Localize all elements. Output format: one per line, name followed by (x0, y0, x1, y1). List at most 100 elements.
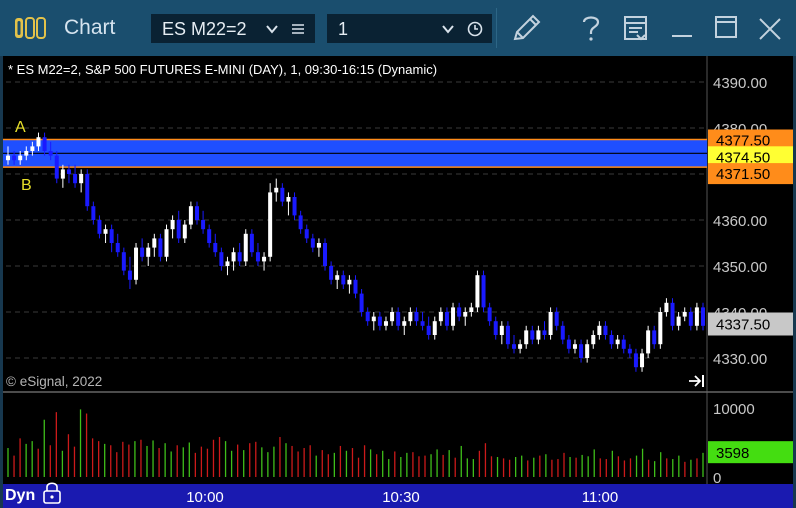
candle-body (170, 220, 175, 230)
candle-body (457, 307, 462, 317)
last-price-label: 4337.50 (716, 317, 770, 334)
title-bar: Chart ES M22=2 1 (0, 0, 796, 56)
candle-body (493, 321, 498, 335)
candle-body (524, 330, 529, 345)
candle-body (530, 330, 535, 340)
candle-body (469, 307, 474, 312)
copyright-label: © eSignal, 2022 (6, 374, 102, 389)
candle-body (701, 307, 705, 326)
symbol-value: ES M22=2 (162, 19, 247, 39)
candle-body (371, 316, 376, 322)
candle-body (670, 302, 675, 326)
candle-body (12, 155, 17, 161)
candle-body (194, 206, 199, 220)
price-tick-label: 4390.00 (713, 75, 767, 92)
candle-body (554, 312, 559, 326)
candle-body (335, 275, 340, 280)
volume-tick-label: 10000 (713, 401, 755, 418)
chevron-down-icon (442, 25, 454, 34)
price-flag-label: 4371.50 (716, 166, 770, 183)
candle-body (347, 279, 352, 285)
candle-body (426, 325, 431, 335)
candle-body (591, 335, 596, 345)
minimize-icon[interactable] (670, 14, 694, 40)
volume-bars (7, 409, 704, 477)
candle-body (54, 155, 59, 179)
annotation-a: A (15, 119, 26, 136)
candle-body (316, 243, 321, 248)
toolbar-divider (496, 8, 497, 48)
candle-body (274, 187, 279, 193)
candle-body (6, 155, 10, 161)
candle-body (323, 243, 328, 266)
candle-body (85, 174, 90, 207)
chart-area[interactable]: 4330.004340.004350.004360.004370.004380.… (0, 56, 796, 508)
candle-body (225, 261, 230, 266)
scroll-to-end-icon[interactable] (689, 375, 704, 387)
candle-body (158, 238, 163, 257)
candle-body (121, 252, 126, 271)
candle-body (231, 252, 236, 262)
maximize-icon[interactable] (714, 15, 738, 41)
candle-body (402, 321, 407, 326)
interval-select[interactable]: 1 (327, 14, 492, 43)
candle-body (341, 275, 346, 285)
candle-body (536, 330, 541, 340)
grid (6, 81, 706, 359)
candle-body (213, 243, 218, 253)
candle-body (310, 238, 315, 248)
candle-body (152, 238, 157, 248)
dynamic-mode-label[interactable]: Dyn (5, 487, 35, 504)
candle-body (298, 215, 303, 230)
page-icon[interactable] (623, 14, 649, 42)
candle-body (658, 312, 663, 345)
candle-body (268, 192, 273, 257)
clock-icon[interactable] (467, 21, 483, 37)
candle-body (615, 339, 620, 345)
candle-body (414, 312, 419, 322)
candle-body (73, 174, 78, 184)
candle-body (383, 321, 388, 326)
candle-body (103, 229, 108, 234)
candle-body (444, 312, 449, 326)
candle-body (91, 206, 96, 220)
candle-body (140, 247, 145, 257)
window-title: Chart (64, 16, 116, 39)
list-icon[interactable] (292, 23, 304, 35)
pencil-icon[interactable] (511, 13, 543, 43)
candle-body (176, 220, 181, 239)
candle-body (396, 312, 401, 326)
candle-body (134, 247, 139, 280)
candle-body (627, 348, 632, 354)
candle-body (243, 233, 248, 262)
candle-body (280, 187, 285, 202)
candle-body (664, 302, 669, 312)
candle-body (127, 270, 132, 280)
chevron-down-icon (266, 25, 278, 34)
help-icon[interactable] (580, 13, 602, 43)
symbol-select[interactable]: ES M22=2 (151, 14, 315, 43)
candle-body (164, 229, 169, 257)
candle-body (646, 330, 651, 354)
close-icon[interactable] (758, 17, 782, 41)
candle-body (207, 229, 212, 243)
candle-body (652, 330, 657, 345)
candle-body (359, 293, 364, 312)
candle-body (109, 229, 114, 243)
chart-header: * ES M22=2, S&P 500 FUTURES E-MINI (DAY)… (8, 62, 437, 77)
candle-body (512, 344, 517, 349)
candle-body (249, 233, 254, 253)
candle-body (201, 220, 206, 230)
candle-body (237, 252, 242, 262)
time-tick-label: 10:30 (382, 489, 420, 506)
candle-body (640, 353, 645, 368)
candles (6, 132, 705, 372)
candle-body (621, 339, 626, 349)
candle-body (42, 137, 47, 151)
candle-body (60, 169, 65, 179)
candle-body (390, 312, 395, 322)
candle-body (36, 137, 41, 147)
candle-body (365, 312, 370, 322)
interval-value: 1 (338, 19, 349, 39)
candle-body (408, 312, 413, 322)
